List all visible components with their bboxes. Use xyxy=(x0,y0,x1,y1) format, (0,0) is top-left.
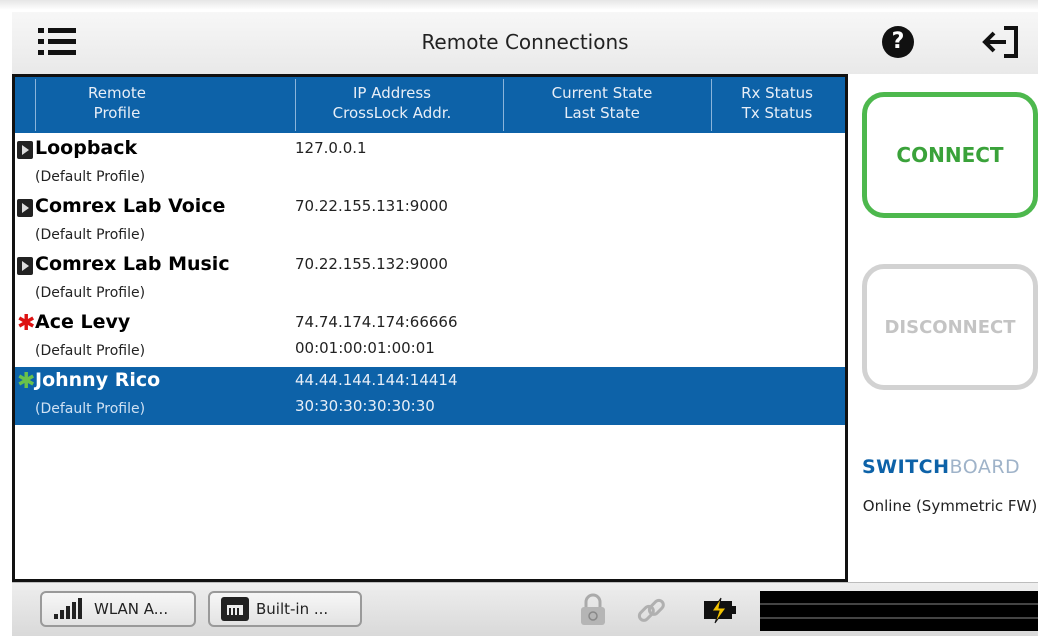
builtin-button[interactable]: Built-in ... xyxy=(208,591,362,627)
arrow-icon xyxy=(17,257,33,275)
column-header-status[interactable]: Rx Status Tx Status xyxy=(713,83,841,123)
top-bar: Remote Connections ? xyxy=(12,12,1038,75)
list-item[interactable]: Comrex Lab Music 70.22.155.132:9000 (Def… xyxy=(15,251,845,309)
link-icon xyxy=(637,598,665,622)
column-sublabel: Profile xyxy=(93,104,141,122)
logo-right: BOARD xyxy=(949,456,1021,478)
disconnect-button[interactable]: DISCONNECT xyxy=(862,264,1038,390)
logo-left: SWITCH xyxy=(862,456,950,478)
wlan-button[interactable]: WLAN A... xyxy=(40,591,196,627)
audio-level-meter xyxy=(760,591,1038,631)
green-asterisk-icon: ✱ xyxy=(17,369,36,394)
profile-name: Comrex Lab Voice xyxy=(35,195,226,217)
list-header: Remote Profile IP Address CrossLock Addr… xyxy=(15,77,845,133)
crosslock-address: 30:30:30:30:30:30 xyxy=(295,397,435,415)
ip-address: 70.22.155.132:9000 xyxy=(295,255,448,273)
connect-button[interactable]: CONNECT xyxy=(862,92,1038,218)
ip-address: 70.22.155.131:9000 xyxy=(295,197,448,215)
profile-name: Loopback xyxy=(35,137,138,159)
switchboard-status: Online (Symmetric FW) xyxy=(862,497,1038,515)
profile-label: (Default Profile) xyxy=(35,401,146,417)
column-header-remote[interactable]: Remote Profile xyxy=(37,83,197,123)
column-sublabel: Last State xyxy=(564,104,640,122)
red-asterisk-icon: ✱ xyxy=(17,311,36,336)
list-item-selected[interactable]: ✱ Johnny Rico 44.44.144.144:14414 30:30:… xyxy=(15,367,845,425)
frame-shadow xyxy=(0,0,1038,10)
battery-charging-icon xyxy=(704,597,736,624)
profile-label: (Default Profile) xyxy=(35,343,146,359)
header-separator xyxy=(295,79,296,131)
column-label: IP Address xyxy=(353,84,431,102)
column-label: Current State xyxy=(551,84,653,102)
profile-name: Johnny Rico xyxy=(35,369,161,391)
column-header-state[interactable]: Current State Last State xyxy=(507,83,697,123)
column-label: Rx Status xyxy=(741,84,813,102)
bottom-bar: WLAN A... Built-in ... xyxy=(12,582,1038,636)
column-sublabel: Tx Status xyxy=(741,104,813,122)
signal-icon xyxy=(54,598,82,619)
header-separator xyxy=(35,79,36,131)
profile-label: (Default Profile) xyxy=(35,169,146,185)
column-label: Remote xyxy=(88,84,146,102)
ip-address: 44.44.144.144:14414 xyxy=(295,371,458,389)
profile-name: Comrex Lab Music xyxy=(35,253,230,275)
arrow-icon xyxy=(17,199,33,217)
connection-list[interactable]: Remote Profile IP Address CrossLock Addr… xyxy=(12,74,848,582)
arrow-icon xyxy=(17,141,33,159)
list-item[interactable]: Comrex Lab Voice 70.22.155.131:9000 (Def… xyxy=(15,193,845,251)
lock-icon xyxy=(581,593,605,625)
wlan-label: WLAN A... xyxy=(94,600,169,618)
help-icon[interactable]: ? xyxy=(882,26,914,58)
ip-address: 127.0.0.1 xyxy=(295,139,367,157)
column-header-ip[interactable]: IP Address CrossLock Addr. xyxy=(297,83,487,123)
ip-address: 74.74.174.174:66666 xyxy=(295,313,458,331)
exit-icon[interactable] xyxy=(982,24,1022,60)
header-separator xyxy=(503,79,504,131)
list-item[interactable]: ✱ Ace Levy 74.74.174.174:66666 00:01:00:… xyxy=(15,309,845,367)
list-item[interactable]: Loopback 127.0.0.1 (Default Profile) xyxy=(15,135,845,193)
action-panel: CONNECT DISCONNECT SWITCHBOARD Online (S… xyxy=(848,74,1038,582)
column-sublabel: CrossLock Addr. xyxy=(332,104,452,122)
crosslock-address: 00:01:00:01:00:01 xyxy=(295,339,435,357)
builtin-label: Built-in ... xyxy=(256,600,329,618)
profile-name: Ace Levy xyxy=(35,311,131,333)
profile-label: (Default Profile) xyxy=(35,285,146,301)
header-separator xyxy=(711,79,712,131)
ethernet-icon xyxy=(221,597,249,621)
profile-label: (Default Profile) xyxy=(35,227,146,243)
switchboard-logo: SWITCHBOARD xyxy=(862,456,1020,478)
